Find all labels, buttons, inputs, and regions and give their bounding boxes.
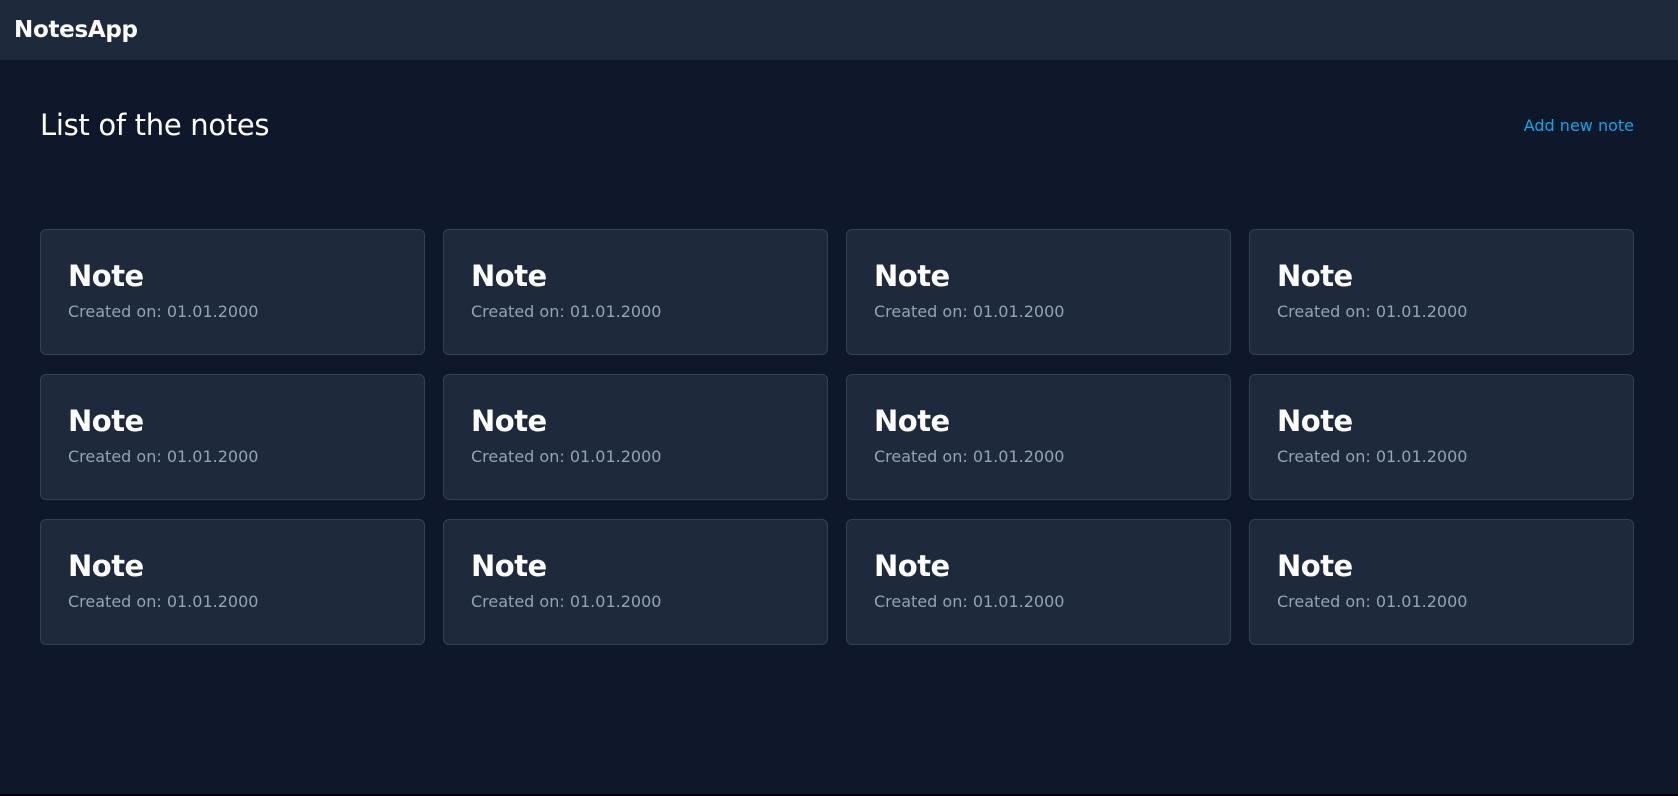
top-navbar: NotesApp bbox=[0, 0, 1678, 60]
note-created-date: Created on: 01.01.2000 bbox=[68, 592, 259, 611]
note-title: Note bbox=[1277, 404, 1353, 438]
note-created-date: Created on: 01.01.2000 bbox=[874, 447, 1065, 466]
note-card[interactable]: Note Created on: 01.01.2000 bbox=[1249, 519, 1634, 645]
note-card[interactable]: Note Created on: 01.01.2000 bbox=[1249, 374, 1634, 500]
note-card[interactable]: Note Created on: 01.01.2000 bbox=[1249, 229, 1634, 355]
note-title: Note bbox=[68, 259, 144, 293]
note-created-date: Created on: 01.01.2000 bbox=[68, 447, 259, 466]
note-created-date: Created on: 01.01.2000 bbox=[1277, 592, 1468, 611]
app-brand[interactable]: NotesApp bbox=[14, 17, 138, 43]
note-created-date: Created on: 01.01.2000 bbox=[471, 302, 662, 321]
note-created-date: Created on: 01.01.2000 bbox=[874, 302, 1065, 321]
note-created-date: Created on: 01.01.2000 bbox=[1277, 302, 1468, 321]
note-title: Note bbox=[471, 549, 547, 583]
note-title: Note bbox=[1277, 259, 1353, 293]
note-title: Note bbox=[68, 404, 144, 438]
note-created-date: Created on: 01.01.2000 bbox=[68, 302, 259, 321]
note-card[interactable]: Note Created on: 01.01.2000 bbox=[40, 519, 425, 645]
note-card[interactable]: Note Created on: 01.01.2000 bbox=[40, 374, 425, 500]
notes-grid: Note Created on: 01.01.2000 Note Created … bbox=[40, 229, 1634, 645]
main-content: List of the notes Add new note Note Crea… bbox=[0, 60, 1678, 645]
page-title: List of the notes bbox=[40, 108, 270, 142]
note-title: Note bbox=[1277, 549, 1353, 583]
note-card[interactable]: Note Created on: 01.01.2000 bbox=[846, 229, 1231, 355]
note-title: Note bbox=[874, 404, 950, 438]
note-created-date: Created on: 01.01.2000 bbox=[471, 592, 662, 611]
note-card[interactable]: Note Created on: 01.01.2000 bbox=[443, 519, 828, 645]
page-header: List of the notes Add new note bbox=[40, 60, 1634, 190]
add-new-note-link[interactable]: Add new note bbox=[1524, 116, 1634, 135]
note-title: Note bbox=[874, 549, 950, 583]
note-card[interactable]: Note Created on: 01.01.2000 bbox=[846, 374, 1231, 500]
note-created-date: Created on: 01.01.2000 bbox=[471, 447, 662, 466]
note-card[interactable]: Note Created on: 01.01.2000 bbox=[443, 229, 828, 355]
note-card[interactable]: Note Created on: 01.01.2000 bbox=[846, 519, 1231, 645]
note-title: Note bbox=[471, 259, 547, 293]
note-created-date: Created on: 01.01.2000 bbox=[1277, 447, 1468, 466]
note-created-date: Created on: 01.01.2000 bbox=[874, 592, 1065, 611]
note-title: Note bbox=[874, 259, 950, 293]
note-title: Note bbox=[471, 404, 547, 438]
note-title: Note bbox=[68, 549, 144, 583]
note-card[interactable]: Note Created on: 01.01.2000 bbox=[443, 374, 828, 500]
note-card[interactable]: Note Created on: 01.01.2000 bbox=[40, 229, 425, 355]
